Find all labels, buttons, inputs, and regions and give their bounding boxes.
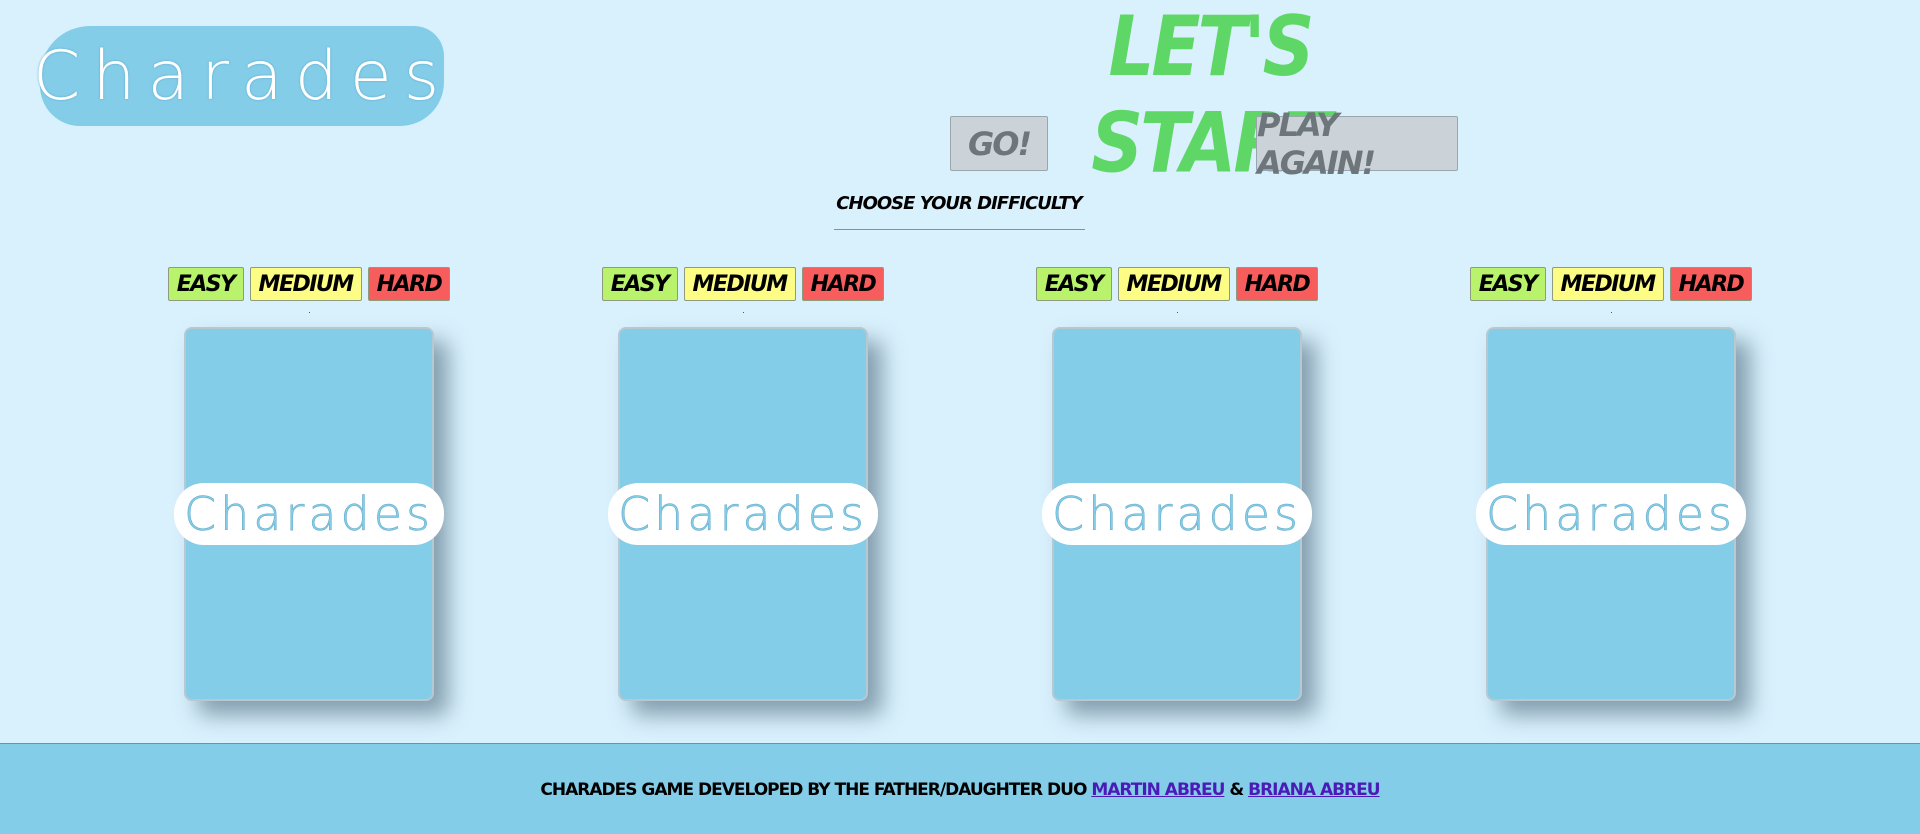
hard-button[interactable]: HARD: [801, 267, 885, 301]
difficulty-buttons: EASY MEDIUM HARD: [167, 267, 451, 301]
easy-button[interactable]: EASY: [167, 267, 244, 301]
easy-button[interactable]: EASY: [1035, 267, 1112, 301]
card-logo: Charades: [607, 483, 879, 545]
card-logo: Charades: [173, 483, 445, 545]
author-link-briana[interactable]: BRIANA ABREU: [1248, 780, 1380, 800]
card-logo: Charades: [1475, 483, 1747, 545]
author-link-martin[interactable]: MARTIN ABREU: [1091, 780, 1225, 800]
card-column-4: EASY MEDIUM HARD Charades: [1469, 267, 1753, 701]
card-logo: Charades: [1041, 483, 1313, 545]
logo-text: Charades: [32, 36, 452, 116]
card-indicator: [308, 312, 310, 313]
charades-logo: Charades: [33, 26, 444, 126]
difficulty-divider: [834, 229, 1085, 230]
play-again-button[interactable]: PLAY AGAIN!: [1256, 106, 1458, 182]
footer: CHARADES GAME DEVELOPED BY THE FATHER/DA…: [0, 743, 1920, 834]
easy-button[interactable]: EASY: [1469, 267, 1546, 301]
go-button[interactable]: GO!: [950, 116, 1048, 171]
difficulty-buttons: EASY MEDIUM HARD: [601, 267, 885, 301]
card-column-3: EASY MEDIUM HARD Charades: [1035, 267, 1319, 701]
difficulty-buttons: EASY MEDIUM HARD: [1035, 267, 1319, 301]
medium-button[interactable]: MEDIUM: [683, 267, 796, 301]
difficulty-prompt: CHOOSE YOUR DIFFICULTY: [836, 193, 1082, 214]
charade-card[interactable]: Charades: [173, 327, 445, 701]
card-indicator: [1610, 312, 1612, 313]
footer-separator: &: [1229, 779, 1244, 800]
hard-button[interactable]: HARD: [1235, 267, 1319, 301]
card-indicator: [1176, 312, 1178, 313]
charade-card[interactable]: Charades: [1475, 327, 1747, 701]
difficulty-buttons: EASY MEDIUM HARD: [1469, 267, 1753, 301]
easy-button[interactable]: EASY: [601, 267, 678, 301]
hard-button[interactable]: HARD: [367, 267, 451, 301]
charade-card[interactable]: Charades: [607, 327, 879, 701]
medium-button[interactable]: MEDIUM: [1117, 267, 1230, 301]
footer-text: CHARADES GAME DEVELOPED BY THE FATHER/DA…: [540, 779, 1087, 800]
hard-button[interactable]: HARD: [1669, 267, 1753, 301]
charade-card[interactable]: Charades: [1041, 327, 1313, 701]
card-indicator: [742, 312, 744, 313]
card-column-1: EASY MEDIUM HARD Charades: [167, 267, 451, 701]
medium-button[interactable]: MEDIUM: [1551, 267, 1664, 301]
medium-button[interactable]: MEDIUM: [249, 267, 362, 301]
card-column-2: EASY MEDIUM HARD Charades: [601, 267, 885, 701]
charades-page: Charades LET'S START GO! PLAY AGAIN! CHO…: [0, 0, 1920, 834]
